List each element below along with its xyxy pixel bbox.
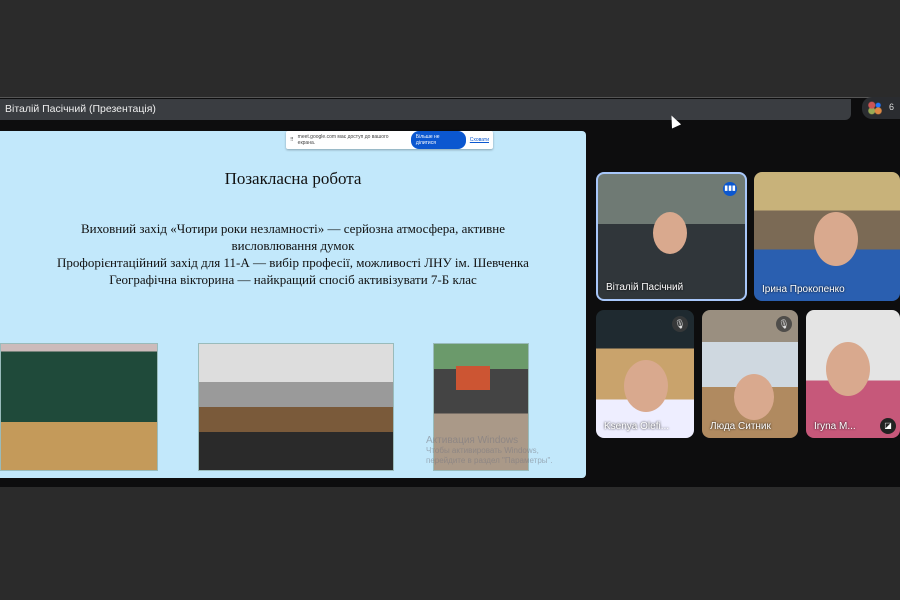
- mic-muted-icon: 🎙: [672, 316, 688, 332]
- slide-title: Позакласна робота: [224, 169, 362, 188]
- pip-icon[interactable]: ◪: [880, 418, 896, 434]
- watermark-text: Чтобы активировать Windows, перейдите в …: [426, 446, 553, 465]
- participant-tile[interactable]: 🎙 Ksenya Olefi...: [596, 310, 694, 438]
- participant-tile[interactable]: ◪ Iryna M...: [806, 310, 900, 438]
- meet-window: Віталій Пасічний (Презентація) 6 ⠿ meet.…: [0, 97, 900, 487]
- participant-avatars-icon: [867, 101, 883, 115]
- slide-line: Виховний захід «Чотири роки незламності»…: [80, 221, 505, 253]
- participant-count: 6: [889, 102, 895, 112]
- participant-tile[interactable]: 🎙 Люда Ситник: [702, 310, 798, 438]
- participant-name: Ksenya Olefi...: [604, 421, 670, 432]
- participant-name: Люда Ситник: [710, 421, 771, 432]
- screen-share-bar: ⠿ meet.google.com має доступ до вашого е…: [286, 131, 493, 149]
- watermark-title: Активация Windows: [426, 435, 519, 446]
- photo-auditorium: [198, 343, 394, 471]
- participant-name: Iryna M...: [814, 421, 856, 432]
- presentation-title: Віталій Пасічний (Презентація): [0, 99, 851, 120]
- drag-handle-icon[interactable]: ⠿: [290, 137, 294, 143]
- share-message: meet.google.com має доступ до вашого екр…: [297, 134, 389, 146]
- hide-link[interactable]: Сховати: [470, 137, 489, 143]
- participant-name: Ірина Прокопенко: [762, 284, 845, 295]
- stop-sharing-button[interactable]: Більше не ділитися: [410, 131, 466, 149]
- windows-activation-watermark: Активация Windows Чтобы активировать Win…: [426, 436, 576, 466]
- participant-tile[interactable]: Ірина Прокопенко: [754, 172, 900, 301]
- slide-body: Виховний захід «Чотири роки незламності»…: [40, 220, 546, 288]
- slide-line: Профорієнтаційний захід для 11-А — вибір…: [57, 255, 529, 270]
- mic-muted-icon: 🎙: [776, 316, 792, 332]
- photo-classroom-board: [0, 343, 158, 471]
- speaking-indicator-icon: ▮▮▮: [723, 182, 737, 196]
- presentation-slide: ⠿ meet.google.com має доступ до вашого е…: [0, 131, 586, 478]
- participant-name: Віталій Пасічний: [606, 282, 684, 293]
- slide-line: Географічна вікторина — найкращий спосіб…: [109, 272, 477, 287]
- participants-button[interactable]: 6: [862, 97, 900, 119]
- participant-tile[interactable]: ▮▮▮ Віталій Пасічний: [596, 172, 747, 301]
